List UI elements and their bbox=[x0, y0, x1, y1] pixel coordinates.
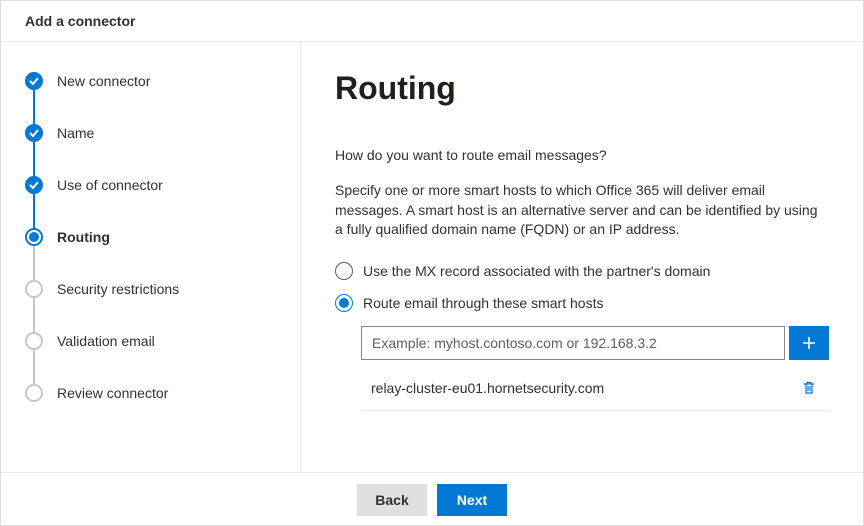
delete-smarthost-button[interactable] bbox=[797, 376, 821, 400]
smarthost-input[interactable] bbox=[361, 326, 785, 360]
next-button[interactable]: Next bbox=[437, 484, 507, 516]
step-security-restrictions[interactable]: Security restrictions bbox=[25, 280, 276, 298]
wizard-footer: Back Next bbox=[1, 472, 863, 526]
check-circle-icon bbox=[25, 124, 43, 142]
radio-label: Route email through these smart hosts bbox=[363, 295, 603, 311]
wizard-steps-sidebar: New connector Name Use of connector Rout… bbox=[1, 42, 301, 472]
future-step-icon bbox=[25, 384, 43, 402]
step-validation-email[interactable]: Validation email bbox=[25, 332, 276, 350]
step-label: Use of connector bbox=[57, 177, 163, 193]
radio-label: Use the MX record associated with the pa… bbox=[363, 263, 710, 279]
step-connector bbox=[33, 246, 35, 280]
step-connector bbox=[33, 90, 35, 124]
step-connector bbox=[33, 350, 35, 384]
smarthost-list-item: relay-cluster-eu01.hornetsecurity.com bbox=[361, 368, 829, 411]
current-step-icon bbox=[25, 228, 43, 246]
future-step-icon bbox=[25, 332, 43, 350]
step-use-of-connector[interactable]: Use of connector bbox=[25, 176, 276, 194]
step-label: Name bbox=[57, 125, 94, 141]
step-routing[interactable]: Routing bbox=[25, 228, 276, 246]
step-new-connector[interactable]: New connector bbox=[25, 72, 276, 90]
step-label: Validation email bbox=[57, 333, 155, 349]
radio-option-mx[interactable]: Use the MX record associated with the pa… bbox=[335, 262, 829, 280]
trash-icon bbox=[801, 380, 817, 396]
radio-option-smarthost[interactable]: Route email through these smart hosts bbox=[335, 294, 829, 312]
add-smarthost-button[interactable] bbox=[789, 326, 829, 360]
step-connector bbox=[33, 194, 35, 228]
radio-icon bbox=[335, 294, 353, 312]
step-label: Routing bbox=[57, 229, 110, 245]
routing-question: How do you want to route email messages? bbox=[335, 147, 829, 163]
check-circle-icon bbox=[25, 176, 43, 194]
step-review-connector[interactable]: Review connector bbox=[25, 384, 276, 402]
plus-icon bbox=[801, 335, 817, 351]
future-step-icon bbox=[25, 280, 43, 298]
check-circle-icon bbox=[25, 72, 43, 90]
routing-description: Specify one or more smart hosts to which… bbox=[335, 181, 829, 240]
step-label: Review connector bbox=[57, 385, 168, 401]
smarthost-entry-row bbox=[361, 326, 829, 360]
step-connector bbox=[33, 298, 35, 332]
wizard-header: Add a connector bbox=[1, 1, 863, 42]
radio-icon bbox=[335, 262, 353, 280]
smarthost-host-label: relay-cluster-eu01.hornetsecurity.com bbox=[371, 380, 797, 396]
wizard-main-panel: Routing How do you want to route email m… bbox=[301, 42, 863, 472]
back-button[interactable]: Back bbox=[357, 484, 427, 516]
step-name[interactable]: Name bbox=[25, 124, 276, 142]
wizard-body: New connector Name Use of connector Rout… bbox=[1, 42, 863, 472]
wizard-title: Add a connector bbox=[25, 13, 839, 29]
step-label: New connector bbox=[57, 73, 150, 89]
step-connector bbox=[33, 142, 35, 176]
step-label: Security restrictions bbox=[57, 281, 179, 297]
page-heading: Routing bbox=[335, 70, 829, 107]
